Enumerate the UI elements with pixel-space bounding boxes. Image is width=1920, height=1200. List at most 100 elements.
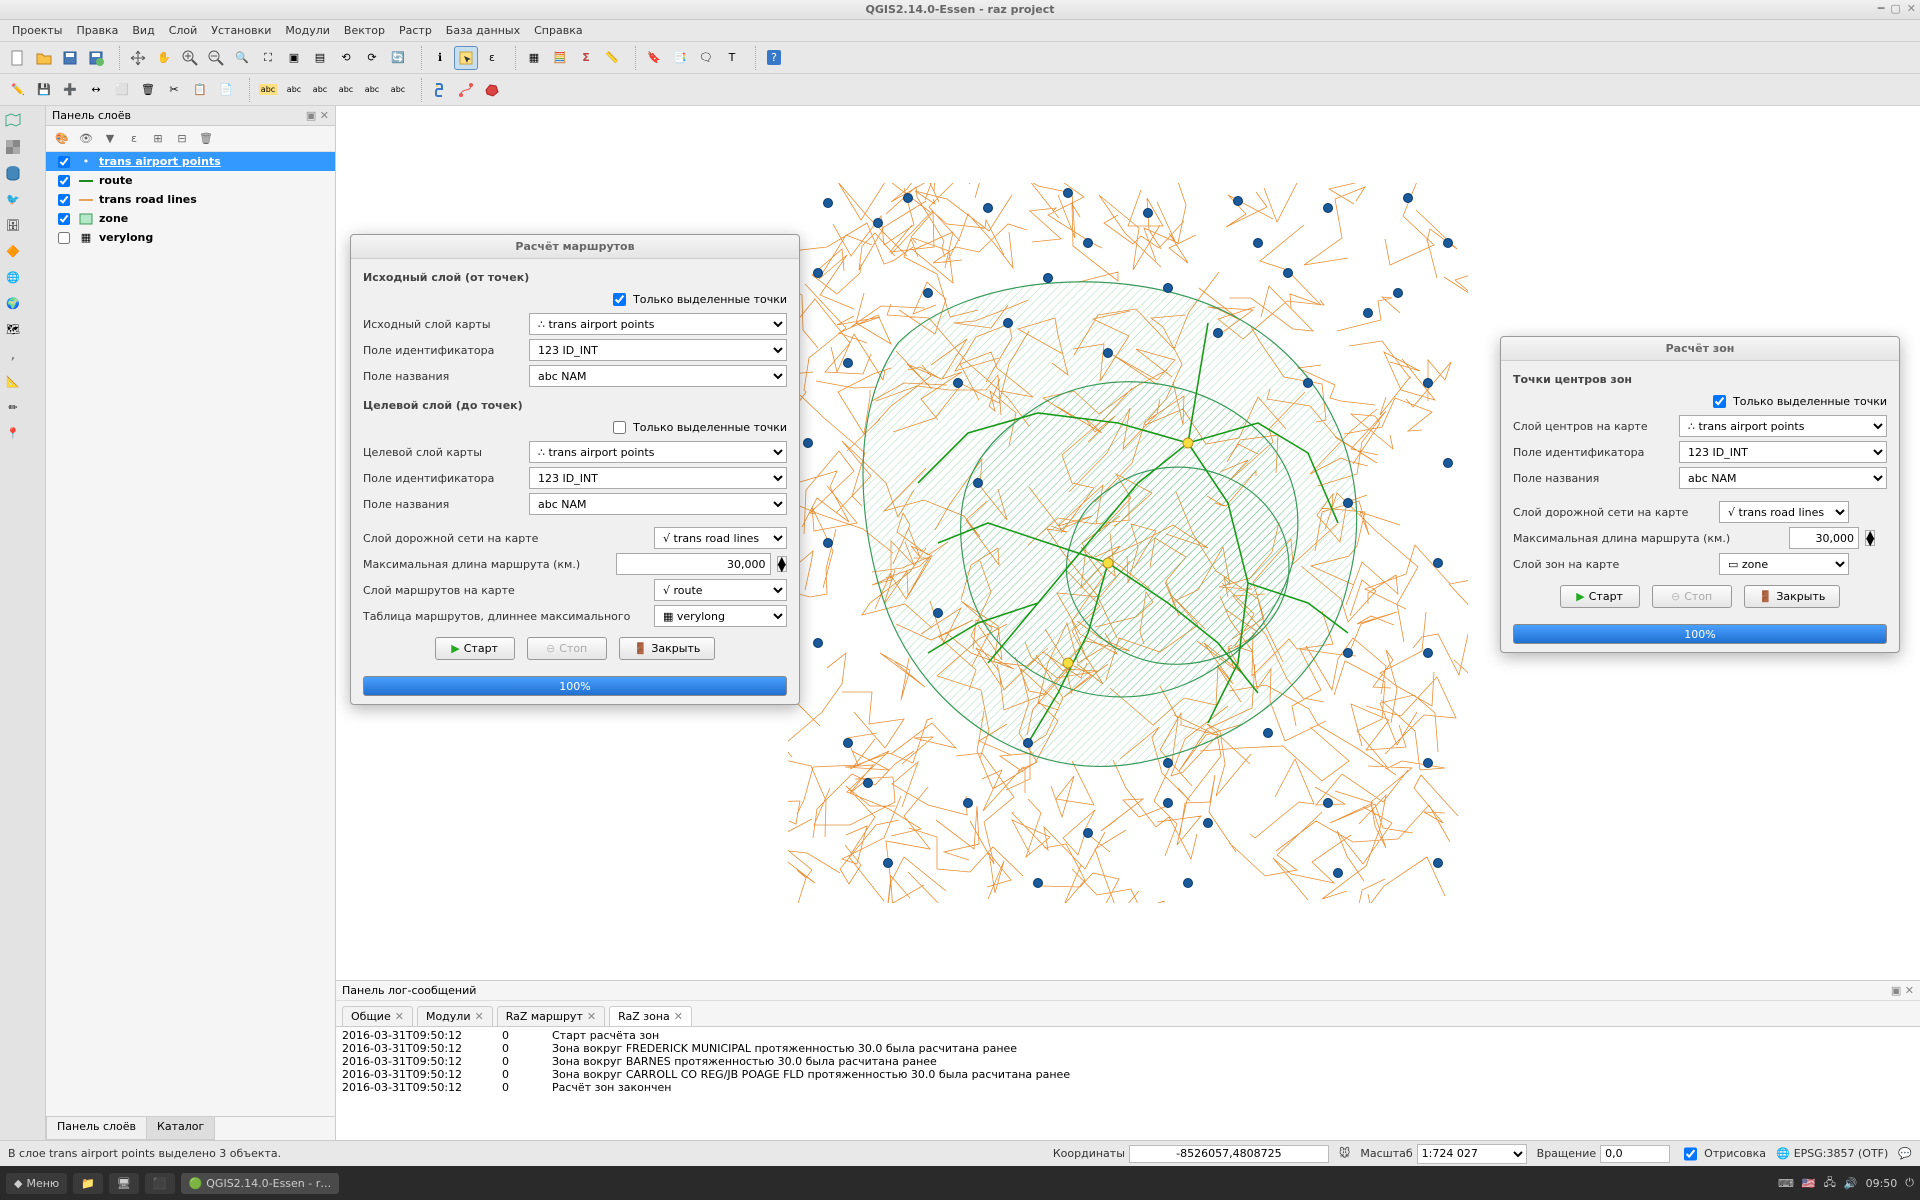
new-bookmark-icon[interactable]: 📑 — [668, 46, 692, 70]
zones-road-select[interactable]: √ trans road lines — [1719, 501, 1849, 523]
refresh-icon[interactable]: 🔄 — [386, 46, 410, 70]
menu-database[interactable]: База данных — [440, 22, 526, 39]
menu-raster[interactable]: Растр — [393, 22, 438, 39]
menu-help[interactable]: Справка — [528, 22, 588, 39]
bookmarks-icon[interactable]: 🔖 — [642, 46, 666, 70]
label-abc-icon[interactable]: abc — [256, 78, 280, 102]
minimize-button[interactable]: ━ — [1878, 2, 1885, 15]
zone-layer-select[interactable]: ▭ zone — [1719, 553, 1849, 575]
pan-icon[interactable] — [126, 46, 150, 70]
paste-icon[interactable]: 📄 — [214, 78, 238, 102]
add-oracle-icon[interactable]: 🔶 — [2, 240, 24, 262]
tgt-layer-select[interactable]: ∴ trans airport points — [529, 441, 787, 463]
zones-namefield-select[interactable]: abc NAM — [1679, 467, 1887, 489]
close-icon[interactable]: ✕ — [587, 1010, 596, 1023]
move-feature-icon[interactable]: ↔ — [84, 78, 108, 102]
identify-icon[interactable]: ℹ — [428, 46, 452, 70]
src-layer-select[interactable]: ∴ trans airport points — [529, 313, 787, 335]
layer-item-roads[interactable]: trans road lines — [46, 190, 335, 209]
zoom-next-icon[interactable]: ⟳ — [360, 46, 384, 70]
tgt-only-selected-checkbox[interactable] — [613, 421, 626, 434]
add-mssql-icon[interactable]: 🗄 — [2, 214, 24, 236]
log-tab-raz-route[interactable]: RaZ маршрут✕ — [497, 1006, 605, 1026]
zoom-last-icon[interactable]: ⟲ — [334, 46, 358, 70]
maximize-button[interactable]: ▢ — [1890, 2, 1900, 15]
text-tool-icon[interactable]: T — [720, 46, 744, 70]
tray-keyboard-icon[interactable]: ⌨ — [1778, 1177, 1794, 1190]
menu-edit[interactable]: Правка — [71, 22, 125, 39]
add-wfs-icon[interactable]: 🗺 — [2, 318, 24, 340]
layer-item-airports[interactable]: • trans airport points — [46, 152, 335, 171]
close-icon[interactable]: ✕ — [395, 1010, 404, 1023]
layer-remove-icon[interactable]: 🗑 — [196, 129, 216, 149]
add-vector-icon[interactable] — [2, 110, 24, 132]
label-tool4-icon[interactable]: abc — [334, 78, 358, 102]
zones-maxlen-input[interactable] — [1789, 527, 1859, 549]
taskbar-icon[interactable]: 📁 — [73, 1173, 103, 1194]
stop-button[interactable]: ⊖Стоп — [527, 637, 607, 660]
rotation-input[interactable] — [1600, 1145, 1670, 1163]
extents-toggle-icon[interactable]: 🐭 — [1339, 1147, 1350, 1160]
layer-item-zone[interactable]: zone — [46, 209, 335, 228]
spin-down[interactable]: ▼ — [1866, 538, 1874, 545]
layer-collapse-icon[interactable]: ⊟ — [172, 129, 192, 149]
close-icon[interactable]: ✕ — [474, 1010, 483, 1023]
menu-settings[interactable]: Установки — [205, 22, 277, 39]
add-feature-icon[interactable]: ➕ — [58, 78, 82, 102]
save-as-icon[interactable] — [84, 46, 108, 70]
layer-checkbox[interactable] — [58, 213, 70, 225]
gps-icon[interactable]: 📍 — [2, 422, 24, 444]
src-only-selected-checkbox[interactable] — [613, 293, 626, 306]
open-table-icon[interactable]: ▦ — [522, 46, 546, 70]
crs-button[interactable]: 🌐EPSG:3857 (OTF) — [1776, 1147, 1888, 1160]
tgt-idfield-select[interactable]: 123 ID_INT — [529, 467, 787, 489]
layer-expand-icon[interactable]: ⊞ — [148, 129, 168, 149]
layers-undock-icon[interactable]: ▣ — [306, 109, 316, 122]
layer-checkbox[interactable] — [58, 156, 70, 168]
longtable-select[interactable]: ▦ verylong — [654, 605, 787, 627]
tray-flag-icon[interactable]: 🇺🇸 — [1802, 1177, 1816, 1190]
edit-toggle-icon[interactable]: ✏️ — [6, 78, 30, 102]
measure-icon[interactable]: 📏 — [600, 46, 624, 70]
zoom-selection-icon[interactable]: ▣ — [282, 46, 306, 70]
tray-network-icon[interactable]: 🖧 — [1824, 1174, 1836, 1193]
zones-only-selected-checkbox[interactable] — [1713, 395, 1726, 408]
zones-idfield-select[interactable]: 123 ID_INT — [1679, 441, 1887, 463]
python-console-icon[interactable] — [428, 78, 452, 102]
route-layer-select[interactable]: √ route — [654, 579, 787, 601]
tab-layers[interactable]: Панель слоёв — [46, 1116, 147, 1140]
plugin-route-icon[interactable] — [454, 78, 478, 102]
tray-clock[interactable]: 09:50 — [1866, 1177, 1898, 1190]
start-button[interactable]: ▶Старт — [435, 637, 515, 660]
log-body[interactable]: 2016-03-31T09:50:120Старт расчёта зон201… — [336, 1027, 1920, 1140]
menu-view[interactable]: Вид — [126, 22, 160, 39]
close-button[interactable]: 🚪Закрыть — [619, 637, 716, 660]
log-tab-plugins[interactable]: Модули✕ — [417, 1006, 493, 1026]
close-icon[interactable]: ✕ — [674, 1010, 683, 1023]
field-calc-icon[interactable]: 🧮 — [548, 46, 572, 70]
layer-checkbox[interactable] — [58, 175, 70, 187]
tgt-namefield-select[interactable]: abc NAM — [529, 493, 787, 515]
close-button[interactable]: ✕ — [1907, 2, 1916, 15]
label-tool2-icon[interactable]: abc — [282, 78, 306, 102]
tray-power-icon[interactable]: ⏻ — [1905, 1176, 1914, 1190]
center-layer-select[interactable]: ∴ trans airport points — [1679, 415, 1887, 437]
add-postgis-icon[interactable] — [2, 162, 24, 184]
taskbar-app-qgis[interactable]: 🟢 QGIS2.14.0-Essen - r… — [181, 1173, 340, 1194]
log-tab-general[interactable]: Общие✕ — [342, 1006, 413, 1026]
coord-input[interactable] — [1129, 1145, 1329, 1163]
log-close-icon[interactable]: ✕ — [1905, 984, 1914, 997]
text-annotation-icon[interactable]: 🗨 — [694, 46, 718, 70]
layer-expr-icon[interactable]: ε — [124, 129, 144, 149]
zoom-native-icon[interactable]: 🔍 — [230, 46, 254, 70]
save-icon[interactable] — [58, 46, 82, 70]
new-shapefile-icon[interactable]: ✏ — [2, 396, 24, 418]
taskbar-icon[interactable]: ⬛ — [145, 1173, 175, 1194]
layer-item-route[interactable]: route — [46, 171, 335, 190]
start-menu-button[interactable]: ◆ Меню — [6, 1173, 67, 1194]
open-project-icon[interactable] — [32, 46, 56, 70]
menu-vector[interactable]: Вектор — [338, 22, 391, 39]
label-tool6-icon[interactable]: abc — [386, 78, 410, 102]
zones-close-button[interactable]: 🚪Закрыть — [1744, 585, 1841, 608]
add-wcs-icon[interactable]: 🌍 — [2, 292, 24, 314]
